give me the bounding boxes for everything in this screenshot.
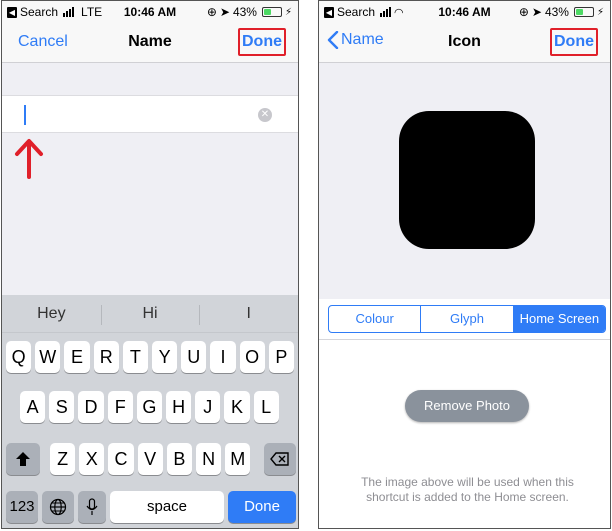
key-q[interactable]: Q <box>6 341 32 373</box>
battery-icon <box>573 7 594 17</box>
location-icon: ➤ <box>531 5 542 19</box>
status-right: ⊕ ➤ 43% ⚡ <box>519 5 604 19</box>
segment-colour[interactable]: Colour <box>329 306 420 332</box>
key-c[interactable]: C <box>108 443 134 475</box>
name-input[interactable]: ✕ <box>2 95 298 133</box>
icon-preview-area <box>319 63 610 299</box>
shift-key[interactable] <box>6 443 40 475</box>
status-bar: ◀ Search ◠ 10:46 AM ⊕ ➤ 43% ⚡ <box>319 1 610 23</box>
battery-percent: 43% <box>544 5 569 19</box>
predictive-bar: Hey Hi I <box>2 295 298 333</box>
orientation-lock-icon: ⊕ <box>206 5 217 19</box>
backspace-icon <box>270 452 289 466</box>
globe-key[interactable] <box>42 491 74 523</box>
delete-key[interactable] <box>264 443 296 475</box>
shift-icon <box>16 452 30 466</box>
segment-home-screen[interactable]: Home Screen <box>512 306 605 332</box>
globe-icon <box>49 498 67 516</box>
key-e[interactable]: E <box>64 341 90 373</box>
key-z[interactable]: Z <box>50 443 76 475</box>
key-d[interactable]: D <box>78 391 104 423</box>
numbers-key[interactable]: 123 <box>6 491 38 523</box>
key-row-2: ASDFGHJKL <box>2 391 298 423</box>
key-w[interactable]: W <box>35 341 61 373</box>
nav-bar: Cancel Name Done <box>2 23 298 63</box>
key-b[interactable]: B <box>166 443 192 475</box>
status-right: ⊕ ➤ 43% ⚡ <box>207 5 292 19</box>
key-p[interactable]: P <box>268 341 294 373</box>
key-t[interactable]: T <box>122 341 148 373</box>
dictation-key[interactable] <box>78 491 106 523</box>
caption-text: The image above will be used when this s… <box>361 475 574 504</box>
key-i[interactable]: I <box>210 341 236 373</box>
key-a[interactable]: A <box>20 391 46 423</box>
orientation-lock-icon: ⊕ <box>518 5 529 19</box>
microphone-icon <box>86 498 98 515</box>
suggestion[interactable]: I <box>199 304 298 325</box>
divider <box>319 339 610 340</box>
key-n[interactable]: N <box>196 443 222 475</box>
keyboard: Hey Hi I QWERTYUIOP ASDFGHJKL ZXCVBNM 12… <box>2 295 298 528</box>
key-o[interactable]: O <box>239 341 265 373</box>
key-m[interactable]: M <box>225 443 251 475</box>
key-v[interactable]: V <box>137 443 163 475</box>
name-screen: ◀ Search LTE 10:46 AM ⊕ ➤ 43% ⚡ Cancel N… <box>1 0 299 529</box>
segment-glyph[interactable]: Glyph <box>420 306 512 332</box>
key-r[interactable]: R <box>93 341 119 373</box>
key-row-4: 123 space Done <box>2 491 298 523</box>
icon-screen: ◀ Search ◠ 10:46 AM ⊕ ➤ 43% ⚡ Name Icon … <box>318 0 611 529</box>
suggestion[interactable]: Hey <box>2 305 101 323</box>
key-g[interactable]: G <box>136 391 162 423</box>
text-caret <box>24 105 26 125</box>
icon-type-segmented-control: Colour Glyph Home Screen <box>328 305 606 333</box>
key-row-1: QWERTYUIOP <box>2 341 298 373</box>
remove-photo-button[interactable]: Remove Photo <box>405 390 529 422</box>
key-h[interactable]: H <box>166 391 192 423</box>
space-key[interactable]: space <box>110 491 224 523</box>
suggestion[interactable]: Hi <box>100 304 200 325</box>
charging-icon: ⚡ <box>596 6 604 18</box>
key-y[interactable]: Y <box>152 341 178 373</box>
shortcut-icon-preview <box>399 111 535 249</box>
key-s[interactable]: S <box>49 391 75 423</box>
nav-bar: Name Icon Done <box>319 23 610 63</box>
keyboard-done-key[interactable]: Done <box>228 491 296 523</box>
clear-icon[interactable]: ✕ <box>258 108 272 122</box>
key-f[interactable]: F <box>107 391 133 423</box>
key-u[interactable]: U <box>181 341 207 373</box>
key-j[interactable]: J <box>195 391 221 423</box>
key-k[interactable]: K <box>224 391 250 423</box>
location-icon: ➤ <box>219 5 230 19</box>
key-x[interactable]: X <box>79 443 105 475</box>
arrow-up-icon <box>15 139 43 179</box>
charging-icon: ⚡ <box>284 6 292 18</box>
key-l[interactable]: L <box>253 391 279 423</box>
status-bar: ◀ Search LTE 10:46 AM ⊕ ➤ 43% ⚡ <box>2 1 298 23</box>
key-row-3: ZXCVBNM <box>2 443 298 475</box>
done-button[interactable]: Done <box>238 28 286 56</box>
battery-percent: 43% <box>232 5 257 19</box>
done-button[interactable]: Done <box>550 28 598 56</box>
battery-icon <box>261 7 282 17</box>
